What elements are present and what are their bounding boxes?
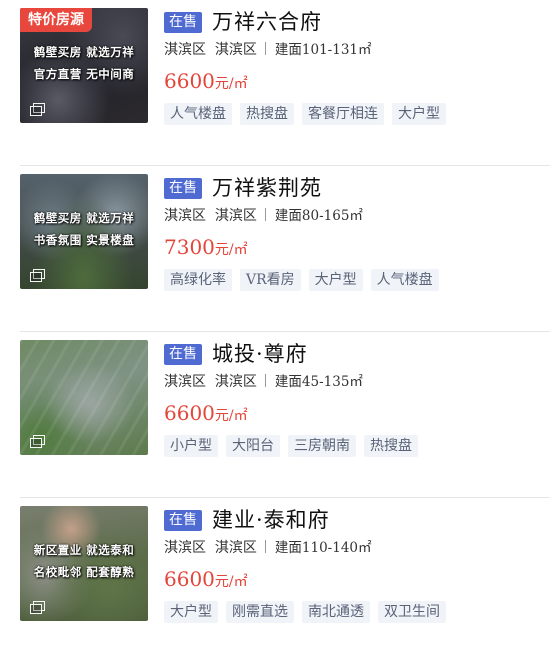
photo-album-icon: [30, 601, 45, 614]
district: 淇滨区: [164, 42, 206, 58]
listing-thumbnail[interactable]: [20, 340, 148, 455]
feature-tag: 人气楼盘: [164, 103, 232, 125]
listing-price: 6600元/㎡: [164, 399, 248, 427]
thumbnail-slogan: 名校毗邻 配套醇熟: [33, 565, 135, 579]
photo-album-icon: [30, 269, 45, 282]
status-badge: 在售: [164, 510, 202, 531]
thumbnail-slogan: 官方直营 无中间商: [33, 67, 135, 81]
listing-card[interactable]: 鹤壁买房 就选万祥 书香氛围 实景楼盘 在售 万祥紫荆苑 淇滨区 淇滨区 建面80…: [0, 166, 550, 332]
listing-title[interactable]: 万祥紫荆苑: [212, 174, 322, 202]
listing-meta: 淇滨区 淇滨区 建面101-131㎡: [164, 40, 372, 60]
feature-tag: 大阳台: [226, 435, 280, 457]
meta-divider: [264, 374, 266, 387]
price-unit: 元/㎡: [214, 242, 248, 258]
listing-title[interactable]: 万祥六合府: [212, 8, 322, 36]
subdistrict: 淇滨区: [214, 540, 257, 556]
thumbnail-slogan: 鹤壁买房 就选万祥: [33, 45, 135, 59]
price-value: 7300: [164, 235, 215, 259]
listing-title[interactable]: 建业·泰和府: [212, 506, 330, 534]
meta-divider: [264, 42, 266, 55]
listing-price: 7300元/㎡: [164, 233, 248, 261]
district: 淇滨区: [164, 208, 206, 224]
floor-area: 建面110-140㎡: [274, 540, 372, 556]
listing-meta: 淇滨区 淇滨区 建面110-140㎡: [164, 538, 372, 558]
listing-card[interactable]: 新区置业 就选泰和 名校毗邻 配套醇熟 在售 建业·泰和府 淇滨区 淇滨区 建面1…: [0, 498, 550, 648]
meta-divider: [264, 540, 266, 553]
subdistrict: 淇滨区: [214, 42, 257, 58]
listing-price: 6600元/㎡: [164, 67, 248, 95]
meta-divider: [264, 208, 266, 221]
floor-area: 建面45-135㎡: [274, 374, 363, 390]
tag-list: 人气楼盘 热搜盘 客餐厅相连 大户型: [164, 103, 446, 125]
listing-meta: 淇滨区 淇滨区 建面45-135㎡: [164, 372, 363, 392]
floor-area: 建面80-165㎡: [274, 208, 363, 224]
feature-tag: 人气楼盘: [370, 269, 439, 291]
status-badge: 在售: [164, 344, 202, 365]
feature-tag: 双卫生间: [378, 601, 446, 623]
price-unit: 元/㎡: [214, 76, 248, 92]
price-value: 6600: [164, 401, 215, 425]
photo-album-icon: [30, 103, 45, 116]
tag-list: 大户型 刚需直选 南北通透 双卫生间: [164, 601, 446, 623]
listing-price: 6600元/㎡: [164, 565, 248, 593]
floor-area: 建面101-131㎡: [274, 42, 372, 58]
price-value: 6600: [164, 69, 215, 93]
photo-album-icon: [30, 435, 45, 448]
feature-tag: 热搜盘: [364, 435, 418, 457]
feature-tag: 大户型: [164, 601, 218, 623]
listing-meta: 淇滨区 淇滨区 建面80-165㎡: [164, 206, 363, 226]
listing-card[interactable]: 鹤壁买房 就选万祥 官方直营 无中间商 特价房源 在售 万祥六合府 淇滨区 淇滨…: [0, 0, 550, 166]
thumbnail-slogan: 新区置业 就选泰和: [33, 543, 135, 557]
feature-tag: 小户型: [164, 435, 218, 457]
feature-tag: 热搜盘: [240, 103, 294, 125]
feature-tag: 高绿化率: [164, 269, 232, 291]
listing-card[interactable]: 在售 城投·尊府 淇滨区 淇滨区 建面45-135㎡ 6600元/㎡ 小户型 大阳…: [0, 332, 550, 498]
feature-tag: 三房朝南: [288, 435, 356, 457]
listing-thumbnail[interactable]: 鹤壁买房 就选万祥 书香氛围 实景楼盘: [20, 174, 148, 289]
listing-thumbnail[interactable]: 新区置业 就选泰和 名校毗邻 配套醇熟: [20, 506, 148, 621]
feature-tag: 客餐厅相连: [302, 103, 384, 125]
district: 淇滨区: [164, 540, 206, 556]
tag-list: 小户型 大阳台 三房朝南 热搜盘: [164, 435, 418, 457]
price-unit: 元/㎡: [214, 408, 248, 424]
status-badge: 在售: [164, 178, 202, 199]
feature-tag: 南北通透: [302, 601, 370, 623]
feature-tag: 刚需直选: [226, 601, 294, 623]
tag-list: 高绿化率 VR看房 大户型 人气楼盘: [164, 269, 439, 291]
feature-tag: 大户型: [308, 269, 363, 291]
price-unit: 元/㎡: [214, 574, 248, 590]
promo-badge: 特价房源: [20, 8, 92, 32]
listing-title[interactable]: 城投·尊府: [212, 340, 308, 368]
subdistrict: 淇滨区: [214, 208, 257, 224]
feature-tag: VR看房: [240, 269, 301, 291]
thumbnail-slogan: 书香氛围 实景楼盘: [33, 233, 135, 247]
thumbnail-slogan: 鹤壁买房 就选万祥: [33, 211, 135, 225]
feature-tag: 大户型: [392, 103, 446, 125]
status-badge: 在售: [164, 12, 202, 33]
subdistrict: 淇滨区: [214, 374, 257, 390]
district: 淇滨区: [164, 374, 206, 390]
price-value: 6600: [164, 567, 215, 591]
